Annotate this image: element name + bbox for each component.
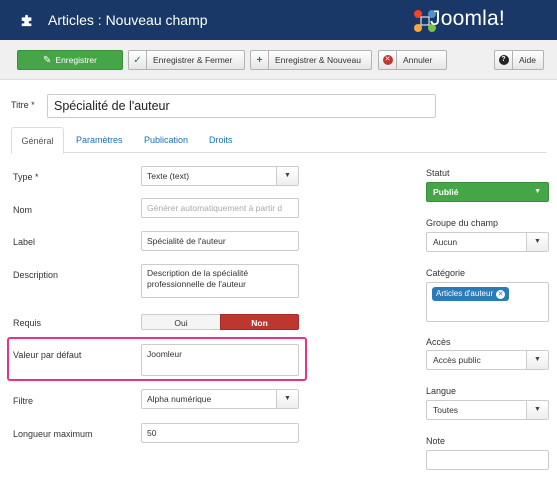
cancel-label: Annuler bbox=[403, 55, 433, 65]
status-value: Publié bbox=[433, 187, 459, 197]
title-input[interactable]: Spécialité de l'auteur bbox=[47, 94, 436, 118]
save-button[interactable]: ✎ Enregistrer bbox=[17, 50, 123, 70]
required-toggle: Oui Non bbox=[141, 314, 299, 330]
group-select[interactable]: Aucun ▼ bbox=[426, 232, 549, 252]
save-close-label: Enregistrer & Fermer bbox=[153, 55, 233, 65]
save-new-label: Enregistrer & Nouveau bbox=[275, 55, 361, 65]
note-label: Note bbox=[426, 436, 446, 446]
label-input[interactable]: Spécialité de l'auteur bbox=[141, 231, 299, 251]
type-label: Type * bbox=[13, 172, 39, 182]
required-yes-button[interactable]: Oui bbox=[141, 314, 221, 330]
max-length-input[interactable]: 50 bbox=[141, 423, 299, 443]
chevron-down-icon: ▼ bbox=[276, 167, 298, 185]
app-header: Articles : Nouveau champ Joomla! bbox=[0, 0, 557, 40]
note-input[interactable] bbox=[426, 450, 549, 470]
name-label: Nom bbox=[13, 205, 33, 215]
category-label: Catégorie bbox=[426, 268, 466, 278]
puzzle-icon bbox=[21, 14, 32, 27]
title-label: Titre * bbox=[11, 100, 35, 110]
tab-bar: Général Paramètres Publication Droits bbox=[11, 127, 547, 154]
required-label: Requis bbox=[13, 318, 42, 328]
edit-icon: ✎ bbox=[43, 54, 52, 66]
language-value: Toutes bbox=[433, 405, 459, 415]
type-value: Texte (text) bbox=[147, 171, 190, 181]
filter-select[interactable]: Alpha numérique ▼ bbox=[141, 389, 299, 409]
filter-label: Filtre bbox=[13, 396, 33, 406]
question-icon: ? bbox=[495, 51, 513, 69]
tab-parameters[interactable]: Paramètres bbox=[68, 127, 131, 153]
tab-publication[interactable]: Publication bbox=[136, 127, 196, 153]
chevron-down-icon: ▼ bbox=[526, 233, 548, 251]
brand-name: Joomla! bbox=[430, 7, 505, 30]
save-button-label: Enregistrer bbox=[55, 55, 97, 65]
chevron-down-icon: ▼ bbox=[526, 401, 548, 419]
language-select[interactable]: Toutes ▼ bbox=[426, 400, 549, 420]
access-value: Accès public bbox=[433, 355, 481, 365]
toolbar: ✎ Enregistrer ✓ Enregistrer & Fermer + E… bbox=[0, 40, 557, 80]
chevron-down-icon: ▼ bbox=[276, 390, 298, 408]
check-icon: ✓ bbox=[129, 51, 147, 69]
default-value-textarea[interactable]: Joomleur bbox=[141, 344, 299, 376]
description-label: Description bbox=[13, 270, 59, 280]
language-label: Langue bbox=[426, 386, 457, 396]
group-value: Aucun bbox=[433, 237, 458, 247]
access-label: Accès bbox=[426, 337, 451, 347]
required-no-button[interactable]: Non bbox=[220, 314, 299, 330]
category-chip-label: Articles d'auteur bbox=[436, 289, 494, 298]
chevron-down-icon: ▼ bbox=[534, 188, 541, 195]
access-select[interactable]: Accès public ▼ bbox=[426, 350, 549, 370]
group-label: Groupe du champ bbox=[426, 218, 499, 228]
category-chip: Articles d'auteur ✕ bbox=[432, 287, 510, 301]
page-title: Articles : Nouveau champ bbox=[48, 12, 208, 28]
save-close-button[interactable]: ✓ Enregistrer & Fermer bbox=[128, 50, 245, 70]
help-label: Aide bbox=[519, 55, 537, 65]
tab-general[interactable]: Général bbox=[11, 127, 64, 154]
cancel-icon: ✕ bbox=[379, 51, 397, 69]
max-length-label: Longueur maximum bbox=[13, 429, 93, 439]
cancel-button[interactable]: ✕ Annuler bbox=[378, 50, 447, 70]
close-icon[interactable]: ✕ bbox=[496, 289, 506, 299]
label-label: Label bbox=[13, 237, 36, 247]
save-new-button[interactable]: + Enregistrer & Nouveau bbox=[250, 50, 372, 70]
tab-rights[interactable]: Droits bbox=[201, 127, 241, 153]
status-label: Statut bbox=[426, 168, 450, 178]
description-textarea[interactable]: Description de la spécialité professionn… bbox=[141, 264, 299, 298]
status-select[interactable]: Publié ▼ bbox=[426, 182, 549, 202]
type-select[interactable]: Texte (text) ▼ bbox=[141, 166, 299, 186]
default-value-label: Valeur par défaut bbox=[13, 350, 82, 360]
name-input[interactable]: Générer automatiquement à partir d bbox=[141, 198, 299, 218]
plus-icon: + bbox=[251, 51, 269, 69]
chevron-down-icon: ▼ bbox=[526, 351, 548, 369]
help-button[interactable]: ? Aide bbox=[494, 50, 544, 70]
filter-value: Alpha numérique bbox=[147, 394, 212, 404]
category-select[interactable]: Articles d'auteur ✕ bbox=[426, 282, 549, 322]
